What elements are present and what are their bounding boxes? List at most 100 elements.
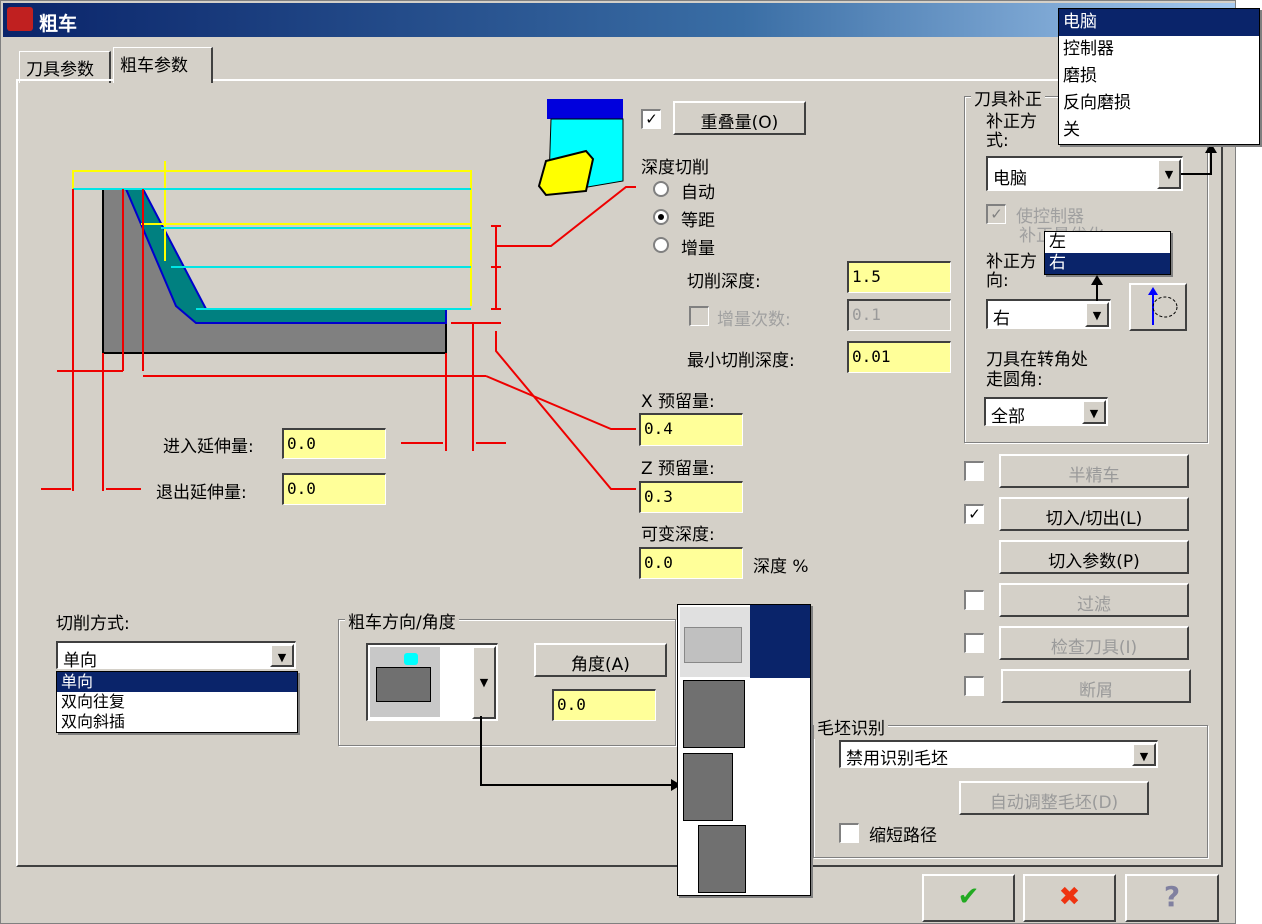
pointer-arrow — [1181, 143, 1217, 175]
stock-recog-title: 毛坯识别 — [814, 714, 888, 739]
comp-right-icon — [1148, 287, 1178, 325]
stock-recog-value: 禁用识别毛坯 — [846, 749, 948, 769]
chip-break-checkbox[interactable] — [964, 676, 984, 696]
radio-incremental[interactable] — [653, 237, 669, 253]
window-title: 粗车 — [39, 13, 78, 35]
list-item[interactable]: 双向斜插 — [57, 712, 297, 732]
plunge-params-button[interactable]: 切入参数(P) — [999, 540, 1189, 574]
incr-count-input[interactable]: 0.1 — [847, 299, 951, 331]
z-stock-label: Z 预留量: — [641, 459, 715, 479]
cut-depth-label: 切削深度: — [687, 272, 761, 292]
var-depth-label: 可变深度: — [641, 525, 715, 545]
direction-image-list — [677, 604, 811, 896]
help-icon: ? — [1163, 880, 1181, 913]
lead-in-out-checkbox[interactable]: ✓ — [964, 504, 984, 524]
shorten-path-checkbox[interactable] — [839, 823, 859, 843]
min-depth-label: 最小切削深度: — [687, 351, 795, 371]
radio-incremental-label: 增量 — [681, 239, 715, 259]
cut-depth-input[interactable]: 1.5 — [847, 261, 951, 293]
cancel-button[interactable]: ✖ — [1023, 874, 1116, 922]
comp-type-select[interactable]: 电脑 ▼ — [986, 156, 1183, 191]
filter-button[interactable]: 过滤 — [999, 583, 1189, 617]
chip-break-button[interactable]: 断屑 — [1001, 669, 1191, 703]
check-tool-button[interactable]: 检查刀具(I) — [999, 626, 1189, 660]
corner-label: 刀具在转角处走圆角: — [986, 350, 1088, 390]
z-stock-input[interactable]: 0.3 — [639, 481, 743, 513]
pointer-arrow — [1091, 275, 1103, 301]
check-icon: ✔ — [957, 882, 980, 912]
direction-option-2[interactable] — [683, 680, 745, 748]
list-item[interactable]: 控制器 — [1059, 36, 1259, 63]
entry-ext-input[interactable]: 0.0 — [282, 428, 386, 459]
list-item[interactable]: 双向往复 — [57, 692, 297, 712]
cut-method-select[interactable]: 单向 ▼ — [56, 641, 296, 671]
comp-type-label: 补正方式: — [986, 112, 1037, 151]
list-item[interactable]: 单向 — [57, 672, 297, 692]
depth-cut-label: 深度切削 — [641, 158, 709, 178]
radio-auto-label: 自动 — [681, 183, 715, 203]
direction-option-1[interactable] — [680, 607, 750, 677]
incr-count-label: 增量次数: — [717, 310, 791, 330]
direction-option-3[interactable] — [683, 753, 733, 821]
min-depth-input[interactable]: 0.01 — [847, 341, 951, 373]
dialog-window: 粗车 刀具参数 粗车参数 ✓ 重叠量(O) 深度切削 自动 等距 增量 切削深度… — [0, 0, 1236, 924]
var-depth-input[interactable]: 0.0 — [639, 547, 743, 579]
comp-type-value: 电脑 — [993, 169, 1027, 189]
tool-icon — [537, 99, 624, 197]
exit-ext-input[interactable]: 0.0 — [282, 473, 386, 505]
chevron-down-icon[interactable]: ▼ — [1157, 159, 1181, 189]
ctrl-opt-checkbox[interactable]: ✓ — [986, 204, 1006, 224]
chevron-down-icon[interactable]: ▼ — [1132, 743, 1156, 766]
list-item[interactable]: 反向磨损 — [1059, 90, 1259, 117]
list-item[interactable]: 关 — [1059, 117, 1259, 144]
chevron-down-icon[interactable]: ▼ — [1085, 302, 1109, 327]
corner-value: 全部 — [991, 407, 1025, 427]
chevron-down-icon[interactable]: ▼ — [270, 644, 294, 667]
filter-checkbox[interactable] — [964, 590, 984, 610]
overlap-checkbox[interactable]: ✓ — [641, 109, 661, 129]
comp-dir-icon-button[interactable] — [1129, 283, 1187, 331]
check-tool-checkbox[interactable] — [964, 633, 984, 653]
corner-select[interactable]: 全部 ▼ — [984, 397, 1108, 427]
radio-auto[interactable] — [653, 181, 669, 197]
semi-finish-checkbox[interactable] — [964, 461, 984, 481]
chevron-down-icon[interactable]: ▼ — [1082, 400, 1106, 424]
comp-dir-list: 左 右 — [1044, 231, 1171, 275]
pointer-arrow — [480, 716, 681, 791]
cut-method-list: 单向 双向往复 双向斜插 — [56, 671, 298, 733]
incr-count-checkbox[interactable] — [689, 306, 709, 326]
ok-button[interactable]: ✔ — [922, 874, 1015, 922]
comp-type-list: 电脑 控制器 磨损 反向磨损 关 — [1058, 8, 1260, 145]
x-stock-label: X 预留量: — [641, 392, 715, 412]
tab-rough-params[interactable]: 粗车参数 — [113, 47, 213, 83]
entry-ext-label: 进入延伸量: — [163, 437, 254, 457]
angle-button[interactable]: 角度(A) — [534, 643, 667, 677]
list-item[interactable]: 左 — [1045, 232, 1170, 253]
cut-method-label: 切削方式: — [56, 614, 130, 634]
close-icon: ✖ — [1058, 882, 1081, 912]
stock-recog-select[interactable]: 禁用识别毛坯 ▼ — [839, 740, 1158, 769]
comp-dir-label: 补正方向: — [986, 252, 1037, 291]
direction-option-4[interactable] — [698, 825, 746, 893]
overlap-button[interactable]: 重叠量(O) — [673, 101, 806, 135]
var-depth-unit: 深度 % — [753, 557, 809, 577]
material-layer — [124, 188, 447, 324]
direction-group-title: 粗车方向/角度 — [345, 608, 459, 633]
shorten-path-label: 缩短路径 — [869, 826, 937, 846]
auto-adjust-stock-button[interactable]: 自动调整毛坯(D) — [959, 781, 1149, 815]
direction-preview-icon — [370, 647, 440, 717]
x-stock-input[interactable]: 0.4 — [639, 413, 743, 446]
comp-dir-select[interactable]: 右 ▼ — [986, 299, 1111, 329]
list-item[interactable]: 电脑 — [1059, 9, 1259, 36]
direction-image-select[interactable]: ▼ — [366, 643, 498, 721]
list-item[interactable]: 右 — [1045, 253, 1170, 274]
cut-method-value: 单向 — [63, 651, 97, 671]
comp-dir-value: 右 — [993, 309, 1010, 329]
radio-equal[interactable] — [653, 209, 669, 225]
lead-in-out-button[interactable]: 切入/切出(L) — [999, 497, 1189, 531]
app-logo-icon — [7, 7, 33, 31]
chevron-down-icon[interactable]: ▼ — [472, 646, 496, 719]
list-item[interactable]: 磨损 — [1059, 63, 1259, 90]
semi-finish-button[interactable]: 半精车 — [999, 454, 1189, 488]
help-button[interactable]: ? — [1125, 874, 1219, 922]
